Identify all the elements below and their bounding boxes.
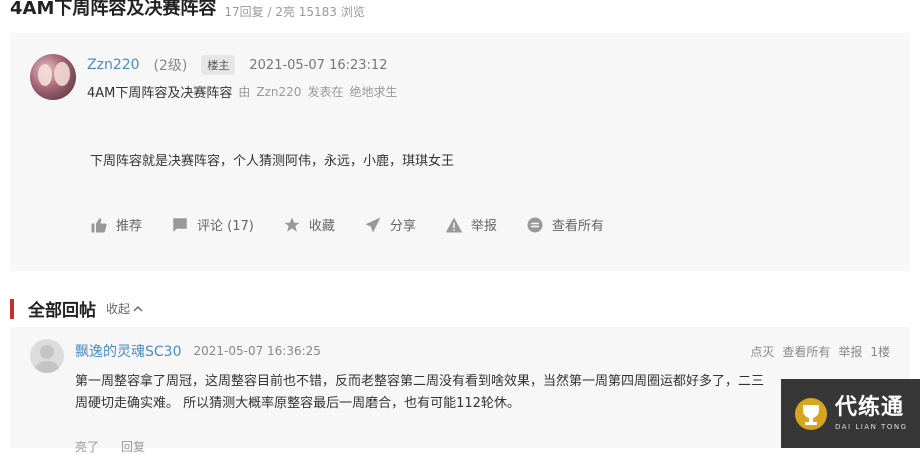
replies-header: 全部回帖 收起	[10, 296, 143, 321]
favorite-button[interactable]: 收藏	[283, 215, 335, 234]
like-button[interactable]: 亮了	[75, 438, 99, 455]
reply-time: 2021-05-07 16:36:25	[193, 344, 321, 358]
comment-label: 评论 (17)	[197, 219, 254, 234]
reply-actions: 亮了 回复	[75, 438, 145, 455]
recommend-button[interactable]: 推荐	[90, 215, 142, 234]
share-icon	[365, 217, 381, 232]
reply-username-link[interactable]: 飘逸的灵魂SC30	[75, 341, 181, 361]
watermark-cn: 代练通	[835, 395, 905, 420]
watermark-en: DAI LIAN TONG	[835, 423, 908, 431]
by-label: 由	[238, 85, 251, 99]
thread-header: 4AM下周阵容及决赛阵容 17回复 / 2亮 15183 浏览	[10, 0, 365, 22]
thread-title: 4AM下周阵容及决赛阵容	[10, 0, 217, 19]
warning-icon	[445, 217, 463, 232]
view-all-icon	[527, 217, 543, 232]
view-all-button[interactable]: 查看所有	[526, 215, 604, 234]
chevron-up-icon	[133, 305, 143, 311]
section-accent-bar	[10, 298, 14, 319]
star-icon	[284, 217, 300, 232]
default-avatar-icon	[34, 345, 60, 373]
share-button[interactable]: 分享	[364, 215, 416, 234]
report-link[interactable]: 举报	[838, 343, 862, 360]
collapse-button[interactable]: 收起	[106, 300, 143, 317]
posted-in-label: 发表在	[307, 85, 344, 99]
favorite-label: 收藏	[308, 219, 335, 234]
post-subline: 4AM下周阵容及决赛阵容 由 Zzn220 发表在 绝地求生	[87, 82, 397, 102]
watermark-logo: 代练通 DAI LIAN TONG	[781, 379, 920, 448]
replies-title: 全部回帖	[28, 301, 96, 321]
reply-content: 第一周整容拿了周冠，这周整容目前也不错，反而老整容第二周没有看到啥效果，当然第一…	[75, 374, 765, 411]
reply-links: 点灭 查看所有 举报 1楼	[750, 343, 890, 360]
reply-item: 飘逸的灵魂SC30 2021-05-07 16:36:25 点灭 查看所有 举报…	[10, 327, 910, 454]
view-all-label: 查看所有	[551, 219, 604, 234]
avatar[interactable]	[30, 54, 76, 100]
original-post: Zzn220 (2级) 楼主 2021-05-07 16:23:12 4AM下周…	[10, 33, 910, 271]
comment-icon	[173, 217, 187, 232]
dislike-link[interactable]: 点灭	[750, 343, 774, 360]
recommend-label: 推荐	[116, 219, 143, 234]
thumbs-up-icon	[91, 217, 107, 232]
collapse-label: 收起	[106, 302, 131, 316]
reply-meta: 飘逸的灵魂SC30 2021-05-07 16:36:25	[75, 341, 321, 361]
trophy-logo-icon	[795, 397, 827, 430]
author-link[interactable]: Zzn220	[256, 85, 301, 99]
view-all-link[interactable]: 查看所有	[782, 343, 830, 360]
post-actions: 推荐 评论 (17) 收藏 分享 举报 查看所有	[90, 215, 604, 234]
avatar[interactable]	[30, 339, 64, 373]
post-time: 2021-05-07 16:23:12	[249, 57, 388, 73]
user-level: (2级)	[153, 58, 188, 74]
reply-button[interactable]: 回复	[121, 438, 145, 455]
post-meta: Zzn220 (2级) 楼主 2021-05-07 16:23:12	[87, 55, 387, 75]
thread-stats: 17回复 / 2亮 15183 浏览	[224, 5, 365, 19]
share-label: 分享	[389, 219, 416, 234]
op-badge: 楼主	[201, 55, 236, 75]
report-label: 举报	[470, 219, 497, 234]
post-subtitle: 4AM下周阵容及决赛阵容	[87, 86, 233, 101]
post-username-link[interactable]: Zzn220	[87, 57, 140, 73]
report-button[interactable]: 举报	[445, 215, 497, 234]
floor-number: 1楼	[870, 345, 890, 359]
forum-link[interactable]: 绝地求生	[349, 83, 397, 100]
post-content: 下周阵容就是决赛阵容，个人猜测阿伟，永远，小鹿，琪琪女王	[90, 154, 455, 169]
comment-button[interactable]: 评论 (17)	[171, 215, 254, 234]
watermark-text: 代练通 DAI LIAN TONG	[835, 395, 908, 432]
